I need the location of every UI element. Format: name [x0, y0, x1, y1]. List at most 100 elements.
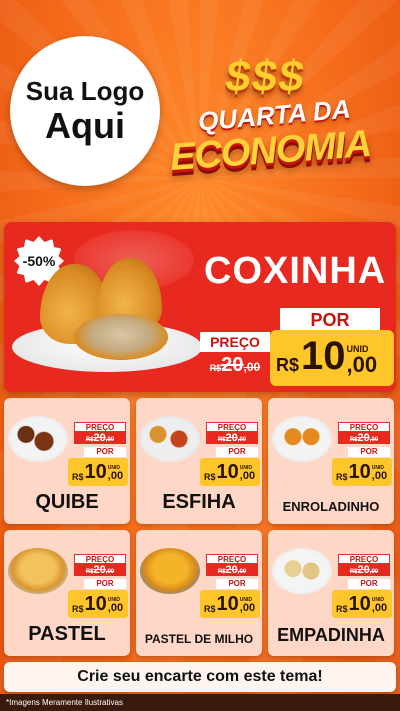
disclaimer: *Imagens Meramente Ilustrativas [0, 694, 400, 711]
product-name: ENROLADINHO [282, 499, 380, 514]
old-price-cents: ,00 [243, 360, 261, 374]
currency: R$ [72, 472, 84, 482]
new-price-int: 10 [301, 334, 346, 378]
preco-label: PREÇO [74, 554, 126, 564]
old-price-cents: ,00 [369, 569, 379, 575]
old-price-cents: ,00 [237, 437, 247, 443]
old-price: PREÇO R$ 20 ,00 [200, 332, 270, 377]
currency: R$ [336, 604, 348, 614]
new-price-int: 10 [216, 593, 239, 615]
new-price-int: 10 [348, 593, 371, 615]
product-card: PREÇO R$20,00 POR R$ 10 UNID ,00 EMPADINH… [268, 530, 394, 656]
product-name: QUIBE [35, 491, 99, 513]
new-price: R$ 10 UNID ,00 [332, 458, 392, 486]
old-price-cents: ,00 [105, 437, 115, 443]
old-currency: R$ [217, 569, 226, 575]
new-price-cents: ,00 [239, 470, 256, 482]
product-card: PREÇO R$20,00 POR R$ 10 UNID ,00 QUIBE [4, 398, 130, 524]
old-currency: R$ [85, 569, 94, 575]
hero-product-name: COXINHA [204, 250, 387, 292]
old-price-int: 20 [357, 564, 370, 576]
por-label: POR [216, 447, 258, 457]
preco-label: PREÇO [206, 422, 258, 432]
preco-label: PREÇO [74, 422, 126, 432]
old-currency: R$ [349, 437, 358, 443]
old-price-value: R$20,00 [338, 432, 390, 444]
old-currency: R$ [85, 437, 94, 443]
hero-product-card: -50% COXINHA PREÇO R$ 20 ,00 POR R$ 10 U… [4, 222, 396, 392]
product-image [8, 416, 68, 462]
currency: R$ [72, 604, 84, 614]
new-price-int: 10 [216, 461, 239, 483]
currency: R$ [276, 355, 300, 375]
currency: R$ [204, 472, 216, 482]
por-label: POR [84, 579, 126, 589]
old-price-int: 20 [225, 564, 238, 576]
logo-placeholder: Sua Logo Aqui [10, 36, 160, 186]
product-card: PREÇO R$20,00 POR R$ 10 UNID ,00 ESFIHA [136, 398, 262, 524]
old-price-cents: ,00 [237, 569, 247, 575]
old-price-value: R$20,00 [206, 564, 258, 576]
old-price-int: 20 [221, 354, 244, 376]
new-price: R$ 10 UNID ,00 [200, 590, 260, 618]
old-currency: R$ [217, 437, 226, 443]
product-name: EMPADINHA [277, 625, 385, 645]
old-price: PREÇO R$20,00 POR [338, 422, 390, 457]
old-price-value: R$20,00 [206, 432, 258, 444]
old-price-value: R$20,00 [74, 564, 126, 576]
dollar-signs: $$$ [222, 52, 309, 101]
product-image [272, 548, 332, 594]
product-image [8, 548, 68, 594]
new-price: R$ 10 UNID ,00 [270, 330, 394, 386]
preco-label: PREÇO [200, 332, 270, 352]
new-price-cents: ,00 [371, 470, 388, 482]
new-price-int: 10 [348, 461, 371, 483]
old-price: PREÇO R$20,00 POR [74, 554, 126, 589]
old-price-value: R$20,00 [74, 432, 126, 444]
old-currency: R$ [209, 363, 222, 373]
product-card: PREÇO R$20,00 POR R$ 10 UNID ,00 PASTEL D… [136, 530, 262, 656]
product-name: PASTEL [28, 623, 106, 645]
new-price-cents: ,00 [371, 602, 388, 614]
old-price: PREÇO R$20,00 POR [338, 554, 390, 589]
old-price-cents: ,00 [105, 569, 115, 575]
old-price: PREÇO R$20,00 POR [74, 422, 126, 457]
old-price-int: 20 [93, 432, 106, 444]
currency: R$ [204, 604, 216, 614]
new-price-cents: ,00 [107, 602, 124, 614]
old-price-int: 20 [357, 432, 370, 444]
old-currency: R$ [349, 569, 358, 575]
logo-line-1: Sua Logo [25, 76, 145, 106]
new-price-int: 10 [84, 461, 107, 483]
old-price: PREÇO R$20,00 POR [206, 422, 258, 457]
old-price: PREÇO R$20,00 POR [206, 554, 258, 589]
new-price-cents: ,00 [239, 602, 256, 614]
promo-title: $$$ QUARTA DA ECONOMIA [168, 52, 396, 182]
old-price-cents: ,00 [369, 437, 379, 443]
product-image [140, 548, 200, 594]
new-price: R$ 10 UNID ,00 [68, 458, 128, 486]
product-image [272, 416, 332, 462]
currency: R$ [336, 472, 348, 482]
por-label: POR [216, 579, 258, 589]
preco-label: PREÇO [206, 554, 258, 564]
cta-banner: Crie seu encarte com este tema! [4, 662, 396, 692]
new-price-int: 10 [84, 593, 107, 615]
por-label: POR [348, 579, 390, 589]
new-price: R$ 10 UNID ,00 [332, 590, 392, 618]
product-name: PASTEL DE MILHO [144, 632, 254, 646]
old-price-int: 20 [93, 564, 106, 576]
por-label: POR [348, 447, 390, 457]
old-price-value: R$20,00 [338, 564, 390, 576]
new-price: R$ 10 UNID ,00 [200, 458, 260, 486]
new-price-cents: ,00 [346, 352, 378, 377]
preco-label: PREÇO [338, 554, 390, 564]
por-label: POR [280, 308, 380, 332]
logo-line-2: Aqui [45, 105, 125, 146]
product-card: PREÇO R$20,00 POR R$ 10 UNID ,00 ENROLADI… [268, 398, 394, 524]
coxinha-cut-image [74, 314, 168, 360]
product-image [140, 416, 200, 462]
new-price-cents: ,00 [107, 470, 124, 482]
old-price-value: R$ 20 ,00 [200, 354, 270, 377]
product-name: ESFIHA [162, 491, 236, 513]
